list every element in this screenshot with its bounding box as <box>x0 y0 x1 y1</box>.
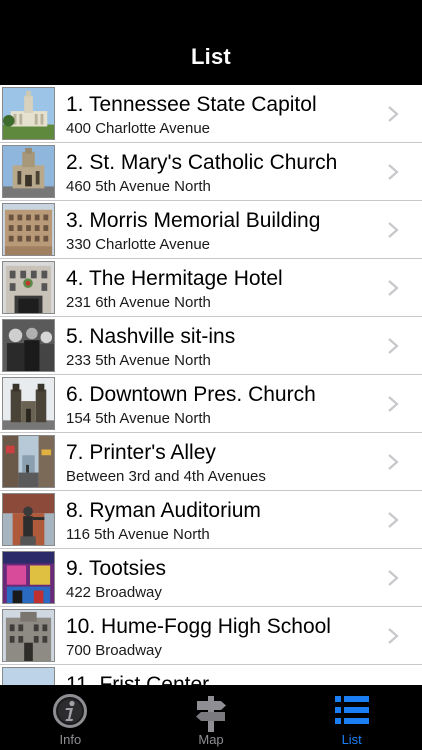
chevron-right-icon <box>386 396 400 412</box>
list-item[interactable]: 6. Downtown Pres. Church 154 5th Avenue N… <box>0 375 422 433</box>
list-icon <box>334 693 370 732</box>
list-item[interactable]: 5. Nashville sit-ins 233 5th Avenue North <box>0 317 422 375</box>
list-item[interactable]: 7. Printer's Alley Between 3rd and 4th Av… <box>0 433 422 491</box>
list-item[interactable]: 11. Frist Center <box>0 665 422 685</box>
list-item-title: 8. Ryman Auditorium <box>66 499 261 522</box>
chevron-right-icon <box>386 454 400 470</box>
chevron-right-icon <box>386 628 400 644</box>
tab-info[interactable]: Info <box>0 685 141 750</box>
location-thumbnail <box>2 377 55 430</box>
location-thumbnail <box>2 145 55 198</box>
list-item-title: 7. Printer's Alley <box>66 441 216 464</box>
chevron-right-icon <box>386 280 400 296</box>
location-thumbnail <box>2 551 55 604</box>
list-item-title: 3. Morris Memorial Building <box>66 209 321 232</box>
list-item[interactable]: 9. Tootsies 422 Broadway <box>0 549 422 607</box>
chevron-right-icon <box>386 164 400 180</box>
list-item[interactable]: 4. The Hermitage Hotel 231 6th Avenue Nor… <box>0 259 422 317</box>
list-item-address: 116 5th Avenue North <box>66 526 210 543</box>
location-thumbnail <box>2 261 55 314</box>
list-item-address: 154 5th Avenue North <box>66 410 211 427</box>
chevron-right-icon <box>386 570 400 586</box>
list-item-address: 400 Charlotte Avenue <box>66 120 211 137</box>
location-thumbnail <box>2 435 55 488</box>
chevron-right-icon <box>386 338 400 354</box>
list-item[interactable]: 1. Tennessee State Capitol 400 Charlotte … <box>0 85 422 143</box>
tab-list-label: List <box>341 732 362 747</box>
tab-map-label: Map <box>198 732 224 747</box>
page-title: List <box>191 44 231 69</box>
list-item-title: 11. Frist Center <box>66 673 210 685</box>
list-item[interactable]: 10. Hume-Fogg High School 700 Broadway <box>0 607 422 665</box>
list-item-address: Between 3rd and 4th Avenues <box>66 468 266 485</box>
location-thumbnail <box>2 203 55 256</box>
list-item-title: 10. Hume-Fogg High School <box>66 615 331 638</box>
list-item[interactable]: 3. Morris Memorial Building 330 Charlotte… <box>0 201 422 259</box>
tab-list[interactable]: List <box>281 685 422 750</box>
navigation-bar: List <box>0 0 422 85</box>
list-item-address: 330 Charlotte Avenue <box>66 236 211 253</box>
location-thumbnail <box>2 667 55 685</box>
list-item-address: 460 5th Avenue North <box>66 178 211 195</box>
list-item[interactable]: 8. Ryman Auditorium 116 5th Avenue North <box>0 491 422 549</box>
tab-map[interactable]: Map <box>141 685 282 750</box>
list-item[interactable]: 2. St. Mary's Catholic Church 460 5th Ave… <box>0 143 422 201</box>
tab-bar: Info Map List <box>0 685 422 750</box>
list-item-address: 422 Broadway <box>66 584 162 601</box>
list-item-address: 231 6th Avenue North <box>66 294 211 311</box>
list-item-address: 233 5th Avenue North <box>66 352 211 369</box>
chevron-right-icon <box>386 106 400 122</box>
tab-info-label: Info <box>59 732 82 747</box>
list-item-title: 1. Tennessee State Capitol <box>66 93 317 116</box>
list-item-address: 700 Broadway <box>66 642 162 659</box>
location-list[interactable]: 1. Tennessee State Capitol 400 Charlotte … <box>0 85 422 685</box>
list-item-title: 4. The Hermitage Hotel <box>66 267 283 290</box>
chevron-right-icon <box>386 512 400 528</box>
location-thumbnail <box>2 493 55 546</box>
info-icon <box>52 693 88 734</box>
location-thumbnail <box>2 609 55 662</box>
location-thumbnail <box>2 319 55 372</box>
list-item-title: 2. St. Mary's Catholic Church <box>66 151 338 174</box>
location-thumbnail <box>2 87 55 140</box>
list-item-title: 6. Downtown Pres. Church <box>66 383 316 406</box>
list-item-title: 5. Nashville sit-ins <box>66 325 236 348</box>
list-item-title: 9. Tootsies <box>66 557 167 580</box>
chevron-right-icon <box>386 222 400 238</box>
